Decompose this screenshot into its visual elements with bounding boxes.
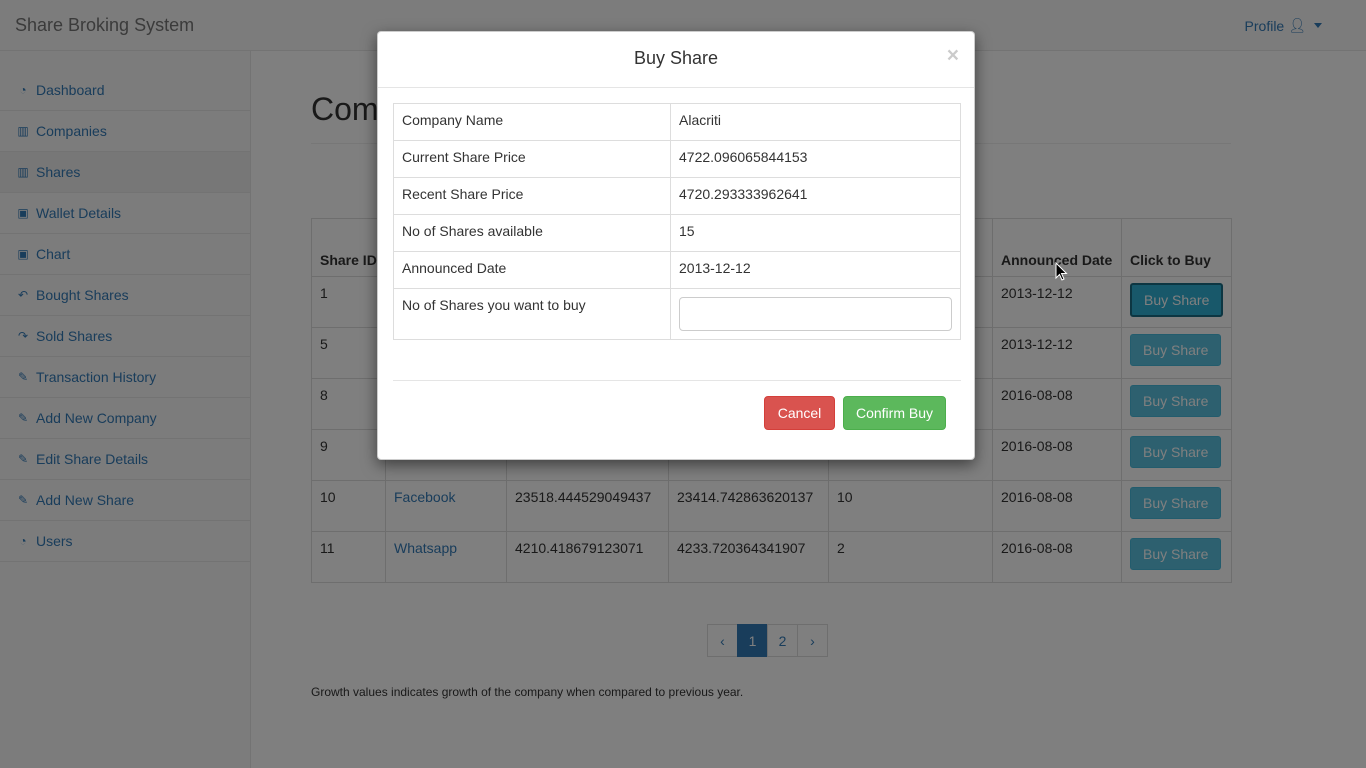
detail-label: No of Shares available (393, 214, 671, 252)
close-icon[interactable]: × (947, 44, 959, 68)
detail-row-current-price: Current Share Price 4722.096065844153 (393, 140, 961, 178)
detail-row-company-name: Company Name Alacriti (393, 103, 961, 141)
confirm-buy-button[interactable]: Confirm Buy (843, 396, 946, 430)
detail-label: Announced Date (393, 251, 671, 289)
quantity-label: No of Shares you want to buy (393, 288, 671, 340)
share-detail-table: Company Name Alacriti Current Share Pric… (393, 103, 961, 340)
detail-value: Alacriti (670, 103, 961, 141)
detail-label: Company Name (393, 103, 671, 141)
mouse-cursor-icon (1055, 262, 1068, 281)
detail-value: 4722.096065844153 (670, 140, 961, 178)
detail-value: 15 (670, 214, 961, 252)
modal-header: Buy Share × (378, 32, 974, 88)
quantity-input[interactable] (679, 297, 952, 331)
modal-footer-divider (393, 380, 961, 381)
detail-label: Recent Share Price (393, 177, 671, 215)
detail-row-quantity: No of Shares you want to buy (393, 288, 961, 340)
modal-title: Buy Share (633, 48, 719, 68)
detail-row-shares-available: No of Shares available 15 (393, 214, 961, 252)
detail-value: 4720.293333962641 (670, 177, 961, 215)
detail-row-recent-price: Recent Share Price 4720.293333962641 (393, 177, 961, 215)
detail-value: 2013-12-12 (670, 251, 961, 289)
quantity-cell (670, 288, 961, 340)
cancel-button[interactable]: Cancel (764, 396, 835, 430)
detail-label: Current Share Price (393, 140, 671, 178)
buy-share-modal: Buy Share × Company Name Alacriti Curren… (377, 31, 975, 460)
detail-row-announced-date: Announced Date 2013-12-12 (393, 251, 961, 289)
